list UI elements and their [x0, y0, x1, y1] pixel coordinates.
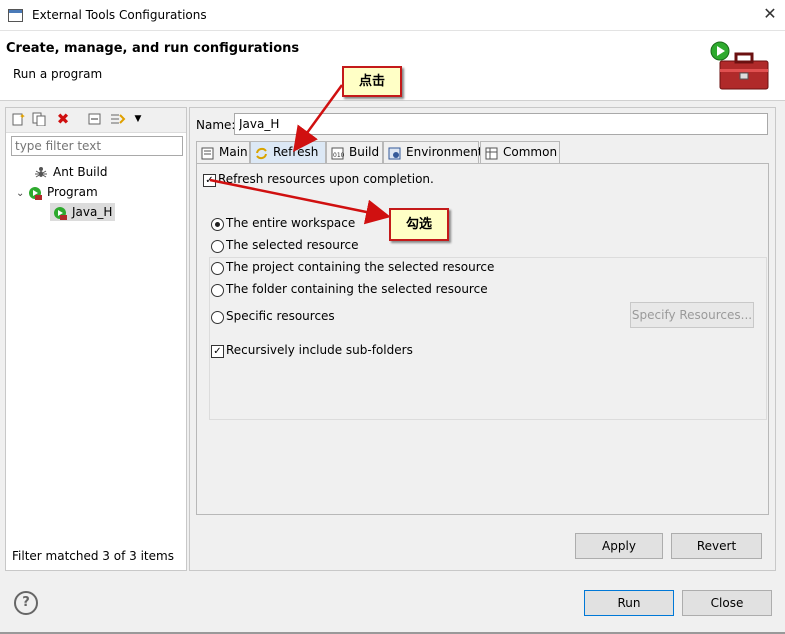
- tab-refresh[interactable]: Refresh: [250, 141, 326, 163]
- refresh-icon: [255, 146, 268, 160]
- common-icon: [485, 146, 498, 160]
- tab-build[interactable]: 010 Build: [326, 141, 383, 163]
- program-run-icon: [28, 186, 42, 200]
- window-icon: [8, 9, 23, 22]
- delete-icon[interactable]: ✖: [56, 112, 70, 127]
- specify-resources-button[interactable]: Specify Resources...: [630, 302, 754, 328]
- filter-icon[interactable]: [110, 112, 126, 126]
- refresh-checkbox-label: Refresh resources upon completion.: [218, 172, 434, 186]
- recursive-checkbox[interactable]: ✓: [211, 345, 224, 358]
- radio-label: The folder containing the selected resou…: [226, 282, 488, 296]
- run-button[interactable]: Run: [584, 590, 674, 616]
- tree-item-label: Ant Build: [53, 165, 108, 179]
- tab-label: Environment: [406, 145, 483, 159]
- tab-label: Build: [349, 145, 380, 159]
- tree-item-label: Program: [47, 185, 98, 199]
- header-subtitle: Run a program: [13, 67, 103, 81]
- configuration-editor-pane: Name: Main Refresh 010 Build Environment…: [189, 107, 776, 571]
- configuration-list-pane: ✦ ✖ ▼ Ant Build ⌄ Program Java_H Filter …: [5, 107, 187, 571]
- window-title: External Tools Configurations: [32, 8, 207, 22]
- close-icon[interactable]: ✕: [760, 4, 780, 24]
- filter-status: Filter matched 3 of 3 items: [12, 549, 174, 563]
- new-configuration-icon[interactable]: ✦: [11, 112, 26, 126]
- tab-environment[interactable]: Environment: [383, 141, 483, 163]
- toolbox-icon: [710, 41, 769, 90]
- help-icon[interactable]: ?: [14, 591, 38, 615]
- tree-item-program[interactable]: ⌄ Program: [16, 183, 98, 201]
- refresh-checkbox[interactable]: ✓: [203, 174, 216, 187]
- tab-common[interactable]: Common: [480, 141, 560, 163]
- duplicate-icon[interactable]: [32, 112, 46, 127]
- radio-entire-workspace[interactable]: [211, 218, 224, 231]
- tree-item-java-h[interactable]: Java_H: [50, 203, 116, 221]
- radio-label: Specific resources: [226, 309, 335, 323]
- name-label: Name:: [196, 118, 236, 132]
- filter-input[interactable]: [11, 136, 183, 156]
- svg-text:010: 010: [333, 152, 344, 159]
- environment-icon: [388, 146, 401, 160]
- radio-label: The entire workspace: [226, 216, 356, 230]
- main-tab-icon: [201, 146, 214, 160]
- radio-specific-resources[interactable]: [211, 311, 224, 324]
- chevron-down-icon[interactable]: ⌄: [16, 185, 28, 203]
- radio-project-containing[interactable]: [211, 262, 224, 275]
- revert-button[interactable]: Revert: [671, 533, 762, 559]
- build-icon: 010: [331, 146, 345, 160]
- svg-text:✦: ✦: [19, 112, 25, 121]
- tree-item-label: Java_H: [72, 205, 113, 219]
- tab-label: Main: [219, 145, 248, 159]
- tab-label: Refresh: [273, 145, 319, 159]
- collapse-all-icon[interactable]: [88, 112, 102, 126]
- tab-main[interactable]: Main: [196, 141, 250, 163]
- radio-selected-resource[interactable]: [211, 240, 224, 253]
- view-menu-chevron-down-icon[interactable]: ▼: [131, 112, 145, 126]
- refresh-tab-content: ✓ Refresh resources upon completion. The…: [196, 163, 769, 515]
- ant-icon: [34, 166, 48, 180]
- name-field[interactable]: [234, 113, 768, 135]
- click-callout: 点击: [342, 66, 402, 97]
- close-button[interactable]: Close: [682, 590, 772, 616]
- recursive-checkbox-label: Recursively include sub-folders: [226, 343, 413, 357]
- check-callout: 勾选: [389, 208, 449, 241]
- list-toolbar: ✦ ✖ ▼: [6, 108, 186, 133]
- title-bar: External Tools Configurations ✕: [0, 0, 785, 31]
- header-title: Create, manage, and run configurations: [6, 41, 300, 56]
- radio-label: The project containing the selected reso…: [226, 260, 495, 274]
- radio-folder-containing[interactable]: [211, 284, 224, 297]
- apply-button[interactable]: Apply: [575, 533, 663, 559]
- radio-label: The selected resource: [226, 238, 359, 252]
- tree-item-ant-build[interactable]: Ant Build: [34, 163, 107, 181]
- tab-label: Common: [503, 145, 558, 159]
- program-config-icon: [53, 206, 67, 220]
